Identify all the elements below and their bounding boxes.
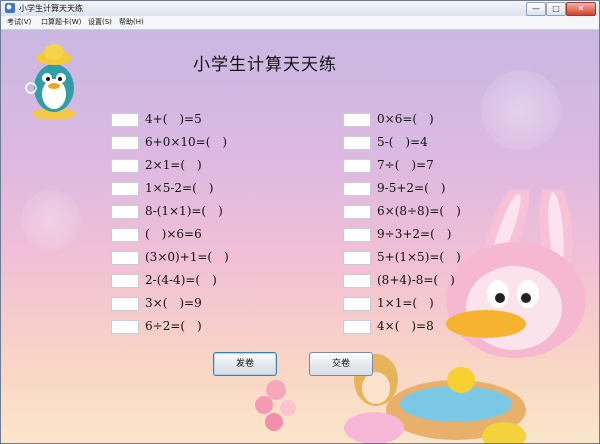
- menu-settings[interactable]: 设置(S): [88, 17, 112, 28]
- question-text: (8+4)-8=( ): [377, 273, 455, 287]
- question-text: 1×1=( ): [377, 296, 434, 310]
- question-text: 5-( )=4: [377, 135, 428, 149]
- answer-input[interactable]: [343, 274, 371, 288]
- app-window: 小学生计算天天练 — □ ✕ 考试(V) 口算题卡(W) 设置(S) 帮助(H): [0, 0, 600, 444]
- answer-input[interactable]: [111, 320, 139, 334]
- answer-input[interactable]: [111, 297, 139, 311]
- question-text: 9÷3+2=( ): [377, 227, 452, 241]
- answer-input[interactable]: [343, 159, 371, 173]
- question-text: 4×( )=8: [377, 319, 434, 333]
- answer-input[interactable]: [111, 182, 139, 196]
- question-text: 2-(4-4)=( ): [145, 273, 217, 287]
- sparkle-decoration: [21, 190, 81, 250]
- menu-mental-cards[interactable]: 口算题卡(W): [41, 17, 81, 28]
- app-icon: [5, 3, 15, 13]
- girl-flowers-decoration-icon: [255, 354, 404, 443]
- main-panel: 小学生计算天天练 4+( )=5 6+0×10=( ) 2×1=( ) 1×5-…: [1, 30, 599, 443]
- close-button[interactable]: ✕: [566, 2, 596, 16]
- menu-help[interactable]: 帮助(H): [119, 17, 144, 28]
- question-text: 8-(1×1)=( ): [145, 204, 223, 218]
- question-text: 0×6=( ): [377, 112, 434, 126]
- answer-input[interactable]: [111, 159, 139, 173]
- answer-input[interactable]: [343, 228, 371, 242]
- question-text: 6÷2=( ): [145, 319, 202, 333]
- answer-input[interactable]: [111, 228, 139, 242]
- question-text: ( )×6=6: [145, 227, 202, 241]
- question-text: 9-5+2=( ): [377, 181, 446, 195]
- answer-input[interactable]: [111, 136, 139, 150]
- answer-input[interactable]: [343, 136, 371, 150]
- app-title: 小学生计算天天练: [193, 55, 337, 75]
- question-text: 4+( )=5: [145, 112, 202, 126]
- question-text: 6+0×10=( ): [145, 135, 228, 149]
- window-title: 小学生计算天天练: [19, 4, 83, 13]
- answer-input[interactable]: [343, 320, 371, 334]
- minimize-button[interactable]: —: [526, 2, 546, 16]
- sparkle-decoration: [481, 70, 561, 150]
- question-text: 3×( )=9: [145, 296, 202, 310]
- answer-input[interactable]: [111, 251, 139, 265]
- answer-input[interactable]: [343, 182, 371, 196]
- question-text: 5+(1×5)=( ): [377, 250, 461, 264]
- question-text: 2×1=( ): [145, 158, 202, 172]
- answer-input[interactable]: [343, 251, 371, 265]
- question-text: 7÷( )=7: [377, 158, 434, 172]
- question-text: (3×0)+1=( ): [145, 250, 229, 264]
- menu-bar: 考试(V) 口算题卡(W) 设置(S) 帮助(H): [1, 16, 599, 30]
- title-bar[interactable]: 小学生计算天天练 — □ ✕: [1, 1, 599, 16]
- answer-input[interactable]: [111, 274, 139, 288]
- answer-input[interactable]: [111, 205, 139, 219]
- answer-input[interactable]: [343, 113, 371, 127]
- question-text: 6×(8÷8)=( ): [377, 204, 461, 218]
- answer-input[interactable]: [111, 113, 139, 127]
- submit-paper-button[interactable]: 交卷: [309, 352, 373, 376]
- penguin-mascot-icon: [25, 44, 76, 120]
- answer-input[interactable]: [343, 297, 371, 311]
- answer-input[interactable]: [343, 205, 371, 219]
- question-text: 1×5-2=( ): [145, 181, 214, 195]
- maximize-button[interactable]: □: [546, 2, 566, 16]
- send-paper-button[interactable]: 发卷: [213, 352, 277, 376]
- menu-exam[interactable]: 考试(V): [7, 17, 31, 28]
